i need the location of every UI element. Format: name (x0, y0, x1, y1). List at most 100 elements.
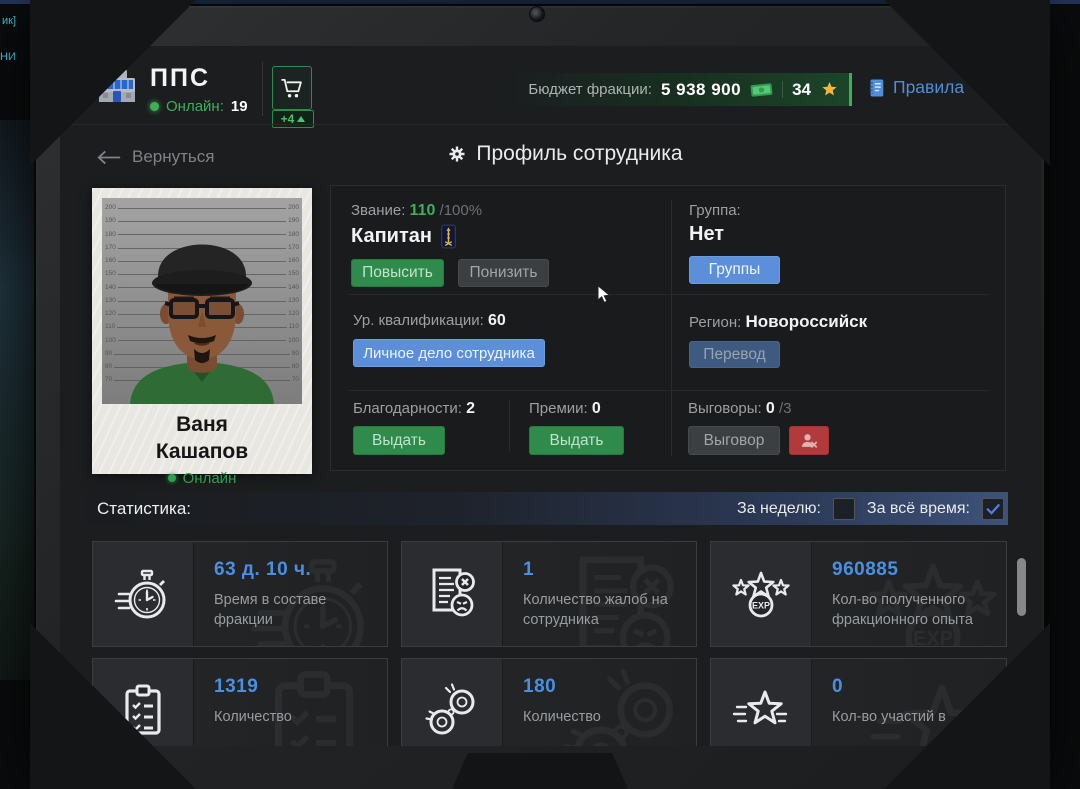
group-cell: Группа: Нет Группы (689, 202, 780, 284)
stat-card-complaints: 1 Количество жалоб на сотрудника (401, 541, 697, 647)
stat-card-faction-exp: 960885 Кол-во полученного фракционного о… (710, 541, 1007, 647)
employee-photo-card: 200 200 190 190 180 180 170 170 160 160 150 150 140 1… (92, 188, 312, 487)
groups-button[interactable]: Группы (689, 256, 780, 284)
gratitudes-cell: Благодарности: 2 Выдать (353, 400, 475, 455)
statistics-cards: 63 д. 10 ч. Время в составе фракции 1 Ко… (92, 541, 1008, 746)
stat-value: 1319 (214, 676, 259, 697)
check-icon (986, 503, 1000, 515)
rank-suffix: /100% (439, 202, 483, 219)
personal-file-button[interactable]: Личное дело сотрудника (353, 339, 545, 367)
stat-value: 180 (523, 676, 557, 697)
mugshot: 200 200 190 190 180 180 170 170 160 160 150 150 140 1… (102, 198, 302, 404)
online-count: 19 (230, 98, 248, 115)
rank-cell: Звание: 110 /100% Капитан Повысить Пониз… (351, 202, 549, 287)
bezel-bottom-tab (452, 753, 628, 789)
stat-value: 1 (523, 559, 535, 580)
complaints-document-icon (402, 542, 503, 646)
faction-stars-value: 34 (792, 79, 811, 99)
back-arrow-icon (97, 150, 121, 164)
game-chat-fragment: ик] (2, 15, 17, 27)
tablet-camera (529, 6, 545, 22)
reprimands-suffix: /3 (778, 400, 792, 417)
faction-budget-bar: Бюджет фракции: 5 938 900 34 (500, 73, 852, 106)
stat-label: Время в составе фракции (214, 592, 327, 628)
online-status-label: Онлайн (182, 469, 237, 487)
person-x-icon (800, 431, 819, 450)
bonuses-label: Премии: (529, 400, 588, 417)
rank-name: Капитан (351, 225, 432, 247)
stat-label: Количество (523, 709, 601, 725)
stat-label: Количество жалоб на сотрудника (523, 592, 668, 628)
region-label: Регион: (689, 314, 742, 331)
stopwatch-icon (93, 542, 194, 646)
rank-label: Звание: (351, 202, 406, 219)
rank-insignia-icon (441, 224, 456, 249)
stat-label: Кол-во полученного фракционного опыта (832, 592, 973, 628)
scrollbar-thumb[interactable] (1017, 558, 1026, 616)
region-value: Новороссийск (745, 312, 868, 331)
employee-last-name: Кашапов (155, 440, 249, 464)
week-checkbox[interactable] (832, 497, 855, 520)
faction-title: ППС (150, 64, 210, 92)
handcuffs-icon (402, 659, 503, 746)
exp-stars-icon (711, 542, 812, 646)
promote-button[interactable]: Повысить (351, 259, 444, 287)
statistics-filters: За неделю: За всё время: (737, 497, 1008, 520)
employee-first-name: Ваня (176, 413, 228, 436)
back-label: Вернуться (132, 147, 215, 166)
page-title: Профиль сотрудника (476, 142, 683, 165)
faction-online: Онлайн: 19 (150, 98, 248, 115)
budget-separator (782, 81, 784, 98)
group-value: Нет (689, 223, 725, 245)
panel-divider (349, 390, 989, 391)
mouse-cursor (597, 284, 612, 304)
fire-employee-button[interactable] (789, 426, 829, 455)
reprimands-cell: Выговоры: 0 /3 Выговор (688, 400, 829, 455)
reprimands-value: 0 (765, 400, 775, 417)
bonuses-cell: Премии: 0 Выдать (529, 400, 624, 455)
give-gratitude-button[interactable]: Выдать (353, 426, 445, 455)
rules-book-icon (870, 79, 884, 96)
cart-icon (279, 75, 305, 101)
panel-divider (349, 294, 989, 295)
panel-divider (509, 400, 510, 452)
statistics-title: Статистика: (97, 498, 192, 518)
game-screen: ик] НИ ППС Онлайн: 19 +4 Бюджет фракции:… (0, 0, 1080, 789)
qualification-label: Ур. квалификации: (353, 312, 484, 329)
statistics-bar: Статистика: За неделю: За всё время: (85, 492, 1008, 525)
game-chat-fragment: НИ (0, 51, 16, 63)
triangle-up-icon (297, 116, 306, 122)
region-cell: Регион: Новороссийск Перевод (689, 312, 867, 368)
stat-value: 63 д. 10 ч. (214, 559, 312, 580)
bonuses-value: 0 (591, 400, 601, 417)
event-star-icon (711, 659, 812, 746)
gear-icon (448, 145, 466, 163)
transfer-button[interactable]: Перевод (689, 341, 780, 368)
stat-label: Кол-во участий в (832, 709, 946, 725)
week-filter-label: За неделю: (737, 499, 821, 517)
stat-value: 960885 (832, 559, 899, 580)
rules-button[interactable]: Правила (868, 77, 964, 98)
employee-portrait (130, 244, 274, 404)
cart-badge: +4 (272, 110, 314, 128)
budget-value: 5 938 900 (660, 79, 742, 99)
shop-cart-button[interactable] (272, 66, 312, 110)
gratitudes-value: 2 (466, 400, 475, 417)
demote-button[interactable]: Понизить (458, 259, 549, 287)
stat-card-arrests: 180 Количество (401, 658, 697, 746)
back-button[interactable]: Вернуться (96, 147, 215, 167)
game-world-glimpse (0, 120, 34, 680)
gratitudes-label: Благодарности: (353, 400, 462, 417)
reprimand-button[interactable]: Выговор (688, 426, 780, 455)
alltime-checkbox[interactable] (982, 497, 1004, 520)
header-underline (60, 124, 1041, 125)
rules-label: Правила (893, 77, 965, 97)
give-bonus-button[interactable]: Выдать (529, 426, 624, 455)
group-label: Группа: (689, 202, 741, 219)
stat-value: 0 (832, 676, 844, 697)
faction-panel: ППС Онлайн: 19 +4 Бюджет фракции: 5 938 … (60, 46, 1041, 746)
online-label: Онлайн: (166, 98, 224, 115)
online-dot-icon (167, 474, 176, 483)
money-icon (750, 82, 773, 97)
star-icon (822, 81, 837, 96)
